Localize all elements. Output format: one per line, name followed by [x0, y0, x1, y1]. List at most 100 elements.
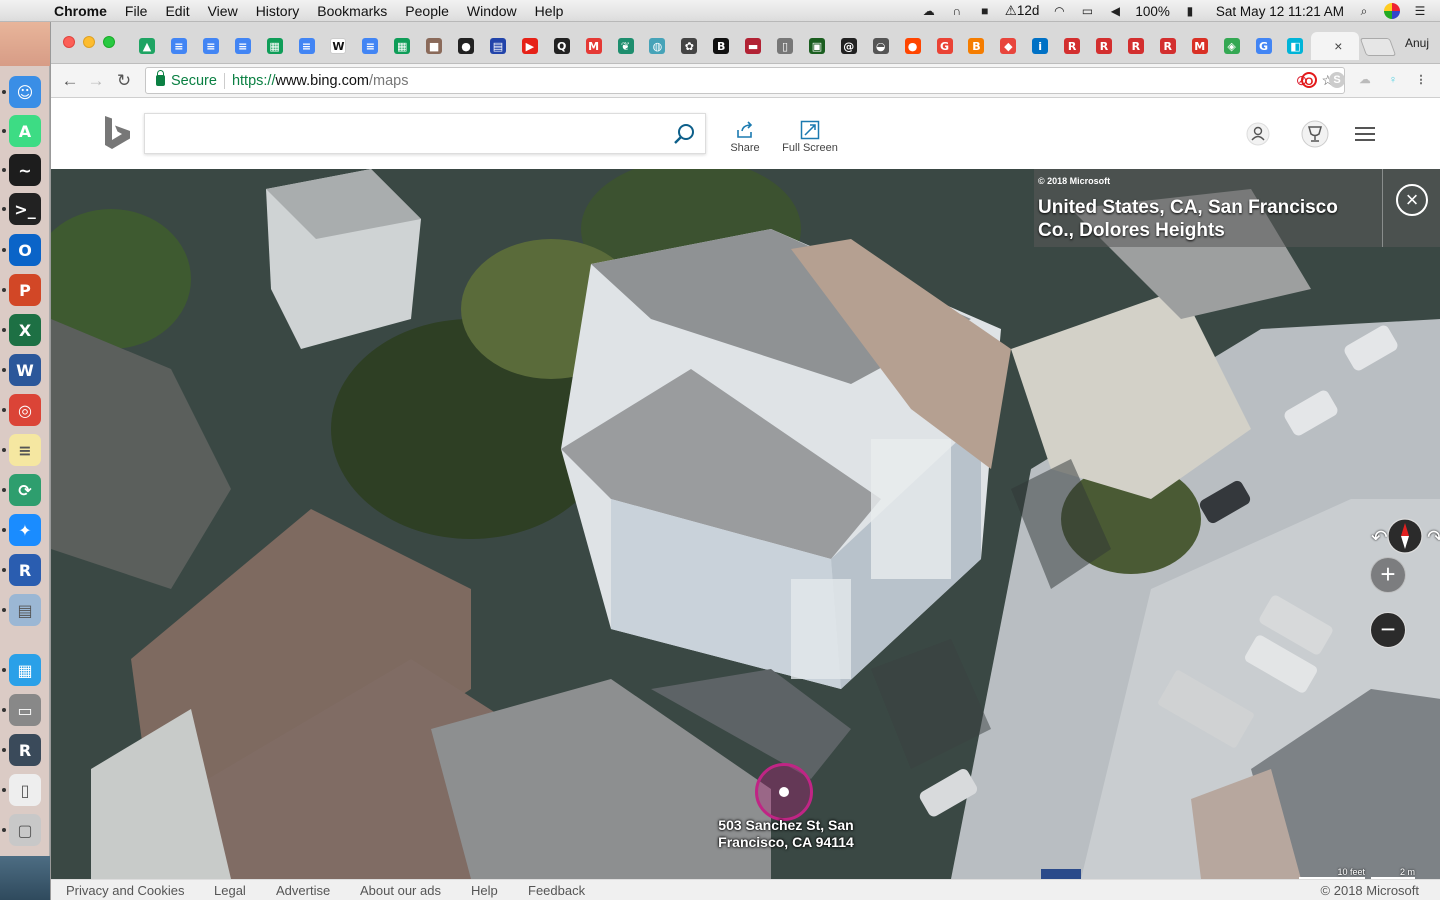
- r-app-icon[interactable]: R: [9, 554, 41, 586]
- browser-tab[interactable]: ◈: [1216, 32, 1248, 60]
- footer-link-legal[interactable]: Legal: [214, 883, 246, 898]
- hamburger-menu-icon[interactable]: [1353, 122, 1377, 146]
- rotate-left-icon[interactable]: ↶: [1371, 525, 1388, 550]
- finder-icon[interactable]: ☺: [9, 76, 41, 108]
- lightbulb-extension-icon[interactable]: ♀: [1385, 72, 1401, 88]
- menu-history[interactable]: History: [256, 3, 300, 19]
- menu-file[interactable]: File: [125, 3, 148, 19]
- android-studio-icon[interactable]: A: [9, 115, 41, 147]
- activity-monitor-icon[interactable]: ~: [9, 154, 41, 186]
- word-icon[interactable]: W: [9, 354, 41, 386]
- browser-tab[interactable]: ≡: [354, 32, 386, 60]
- notes-icon[interactable]: ≡: [9, 434, 41, 466]
- browser-tab[interactable]: ❦: [610, 32, 642, 60]
- browser-tab[interactable]: ▯: [769, 32, 801, 60]
- document-icon[interactable]: ▯: [9, 774, 41, 806]
- cloud-extension-icon[interactable]: ☁: [1357, 72, 1373, 88]
- active-tab[interactable]: ×: [1311, 32, 1360, 60]
- menu-view[interactable]: View: [208, 3, 238, 19]
- rotate-right-icon[interactable]: ↷: [1427, 525, 1440, 550]
- menu-edit[interactable]: Edit: [165, 3, 189, 19]
- new-tab-button[interactable]: [1359, 38, 1397, 56]
- maximize-window-button[interactable]: [103, 36, 115, 48]
- back-button[interactable]: ←: [59, 70, 81, 92]
- location-pin-icon[interactable]: [755, 763, 813, 821]
- browser-tab[interactable]: ≡: [291, 32, 323, 60]
- excel-icon[interactable]: X: [9, 314, 41, 346]
- notification-status[interactable]: ⚠12d: [1005, 3, 1040, 19]
- user-account-icon[interactable]: [1246, 122, 1270, 146]
- aerial-imagery[interactable]: [51, 169, 1440, 879]
- close-window-button[interactable]: [63, 36, 75, 48]
- browser-tab[interactable]: W: [322, 32, 354, 60]
- address-bar[interactable]: Secure https://www.bing.com/maps ⊘ ☆: [145, 67, 1345, 94]
- browser-tab[interactable]: R: [1056, 32, 1088, 60]
- browser-tab[interactable]: B: [960, 32, 992, 60]
- browser-tab[interactable]: ▶: [514, 32, 546, 60]
- browser-tab[interactable]: M: [578, 32, 610, 60]
- browser-tab[interactable]: B: [705, 32, 737, 60]
- browser-tab[interactable]: ●: [450, 32, 482, 60]
- footer-link-about-ads[interactable]: About our ads: [360, 883, 441, 898]
- notification-center-icon[interactable]: ☰: [1412, 4, 1428, 18]
- cloud-sync-icon[interactable]: ☁: [921, 4, 937, 18]
- powerpoint-icon[interactable]: P: [9, 274, 41, 306]
- compass-icon[interactable]: [1387, 518, 1423, 554]
- trash-icon[interactable]: ▢: [9, 814, 41, 846]
- volume-icon[interactable]: ◀: [1107, 4, 1123, 18]
- profile-button[interactable]: Anuj: [1405, 36, 1429, 50]
- close-tab-icon[interactable]: ×: [1334, 38, 1342, 54]
- browser-tab[interactable]: ▬: [737, 32, 769, 60]
- browser-tab[interactable]: R: [1088, 32, 1120, 60]
- headphones-icon[interactable]: ∩: [949, 4, 965, 18]
- minimize-window-button[interactable]: [83, 36, 95, 48]
- browser-tab[interactable]: ◧: [1279, 32, 1311, 60]
- browser-tab[interactable]: M: [1184, 32, 1216, 60]
- aerial-map-view[interactable]: © 2018 Microsoft United States, CA, San …: [51, 169, 1440, 879]
- search-box[interactable]: [144, 113, 706, 154]
- menu-people[interactable]: People: [405, 3, 449, 19]
- terminal-icon[interactable]: >_: [9, 193, 41, 225]
- browser-tab[interactable]: ▦: [259, 32, 291, 60]
- menu-help[interactable]: Help: [535, 3, 564, 19]
- rstudio-icon[interactable]: R: [9, 734, 41, 766]
- browser-tab[interactable]: Q: [546, 32, 578, 60]
- sync-icon[interactable]: ⟳: [9, 474, 41, 506]
- browser-tab[interactable]: ≡: [163, 32, 195, 60]
- footer-link-privacy[interactable]: Privacy and Cookies: [66, 883, 185, 898]
- browser-tab[interactable]: ◒: [865, 32, 897, 60]
- forward-button[interactable]: →: [85, 70, 107, 92]
- skype-extension-icon[interactable]: S: [1329, 72, 1345, 88]
- chrome-icon[interactable]: ◎: [9, 394, 41, 426]
- browser-tab[interactable]: ●: [897, 32, 929, 60]
- preview-icon[interactable]: ▤: [9, 594, 41, 626]
- browser-tab[interactable]: R: [1120, 32, 1152, 60]
- browser-tab[interactable]: ▤: [482, 32, 514, 60]
- menu-window[interactable]: Window: [467, 3, 517, 19]
- close-location-panel-button[interactable]: ×: [1382, 169, 1440, 247]
- lock-icon[interactable]: [156, 70, 165, 86]
- footer-link-advertise[interactable]: Advertise: [276, 883, 330, 898]
- spotlight-search-icon[interactable]: ⌕: [1356, 4, 1372, 18]
- browser-tab[interactable]: i: [1024, 32, 1056, 60]
- browser-tab[interactable]: ◆: [992, 32, 1024, 60]
- app-menu-chrome[interactable]: Chrome: [54, 3, 107, 19]
- chrome-menu-icon[interactable]: ⋮: [1413, 72, 1429, 88]
- bing-logo-icon[interactable]: [103, 116, 133, 152]
- browser-tab[interactable]: ■: [418, 32, 450, 60]
- browser-tab[interactable]: ▦: [386, 32, 418, 60]
- battery-percent[interactable]: 100%: [1135, 4, 1170, 19]
- reload-button[interactable]: ↻: [113, 70, 135, 92]
- pin-address-label[interactable]: 503 Sanchez St, San Francisco, CA 94114: [701, 817, 871, 851]
- browser-tab[interactable]: @: [833, 32, 865, 60]
- browser-tab[interactable]: ▲: [131, 32, 163, 60]
- zoom-out-button[interactable]: −: [1370, 612, 1406, 648]
- search-input[interactable]: [155, 114, 665, 152]
- airplay-icon[interactable]: ▭: [1079, 4, 1095, 18]
- wifi-icon[interactable]: ◠: [1051, 4, 1067, 18]
- browser-tab[interactable]: R: [1152, 32, 1184, 60]
- browser-tab[interactable]: G: [929, 32, 961, 60]
- browser-tab[interactable]: ▣: [801, 32, 833, 60]
- opera-extension-icon[interactable]: O: [1301, 72, 1317, 88]
- search-icon[interactable]: [673, 123, 695, 145]
